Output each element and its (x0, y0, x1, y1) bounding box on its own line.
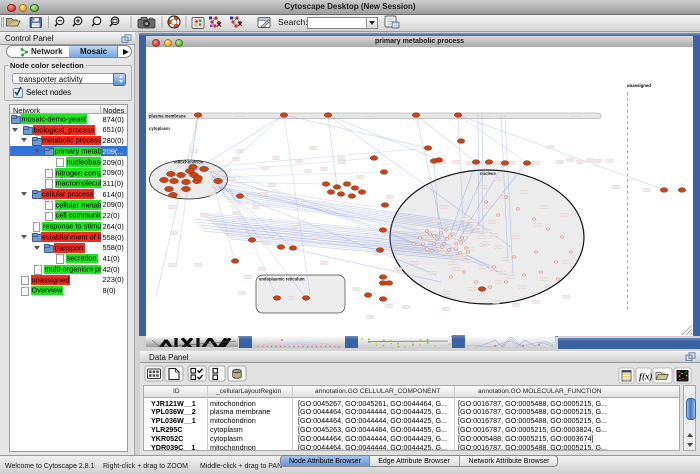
svg-text:plasma membrane: plasma membrane (149, 114, 186, 119)
svg-text:mitochondrion: mitochondrion (174, 160, 204, 165)
svg-text:cytoplasm: cytoplasm (149, 126, 170, 131)
svg-text:endoplasmic reticulum: endoplasmic reticulum (259, 277, 305, 282)
svg-text:Search:: Search: (278, 17, 308, 27)
svg-text:f(x): f(x) (639, 372, 653, 382)
svg-text:unassigned: unassigned (627, 83, 651, 88)
